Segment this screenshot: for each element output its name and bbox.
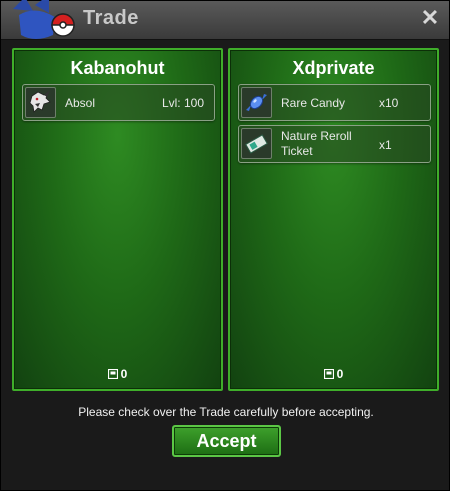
ticket-icon xyxy=(241,128,272,159)
trade-panel-right: Xdprivate Rare Candy x10 Nature Reroll T… xyxy=(228,48,439,391)
money-amount-right: 0 xyxy=(230,367,437,381)
item-name: Absol xyxy=(65,96,96,110)
trade-notice: Please check over the Trade carefully be… xyxy=(78,405,374,419)
item-quantity: x10 xyxy=(379,96,399,110)
money-value-left: 0 xyxy=(120,367,128,381)
accept-button[interactable]: Accept xyxy=(172,425,281,457)
currency-icon xyxy=(323,369,334,379)
absol-sprite-icon xyxy=(25,87,56,118)
trade-item-row[interactable]: Nature Reroll Ticket x1 xyxy=(238,125,431,163)
player-name-left: Kabanohut xyxy=(70,58,165,78)
currency-icon xyxy=(107,369,118,379)
player-name-right: Xdprivate xyxy=(292,58,375,78)
trade-window: Trade ✕ Kabanohut Absol Lvl: 100 0 Xdpri… xyxy=(0,0,450,491)
item-quantity: x1 xyxy=(379,138,392,152)
pokeball-logo-icon xyxy=(13,0,75,39)
close-icon[interactable]: ✕ xyxy=(419,7,441,29)
trade-item-row[interactable]: Absol Lvl: 100 xyxy=(22,84,215,121)
item-level: Lvl: 100 xyxy=(161,96,204,110)
title-bar[interactable]: Trade ✕ xyxy=(1,0,449,40)
item-name: Rare Candy xyxy=(281,96,346,110)
trade-panel-left: Kabanohut Absol Lvl: 100 0 xyxy=(12,48,223,391)
rare-candy-icon xyxy=(241,87,272,118)
trade-item-row[interactable]: Rare Candy x10 xyxy=(238,84,431,121)
item-name-line2: Ticket xyxy=(281,144,313,158)
item-name-line1: Nature Reroll xyxy=(281,129,352,143)
item-name: Nature Reroll Ticket xyxy=(281,129,352,159)
money-amount-left: 0 xyxy=(14,367,221,381)
money-value-right: 0 xyxy=(336,367,344,381)
window-title: Trade xyxy=(83,7,139,29)
